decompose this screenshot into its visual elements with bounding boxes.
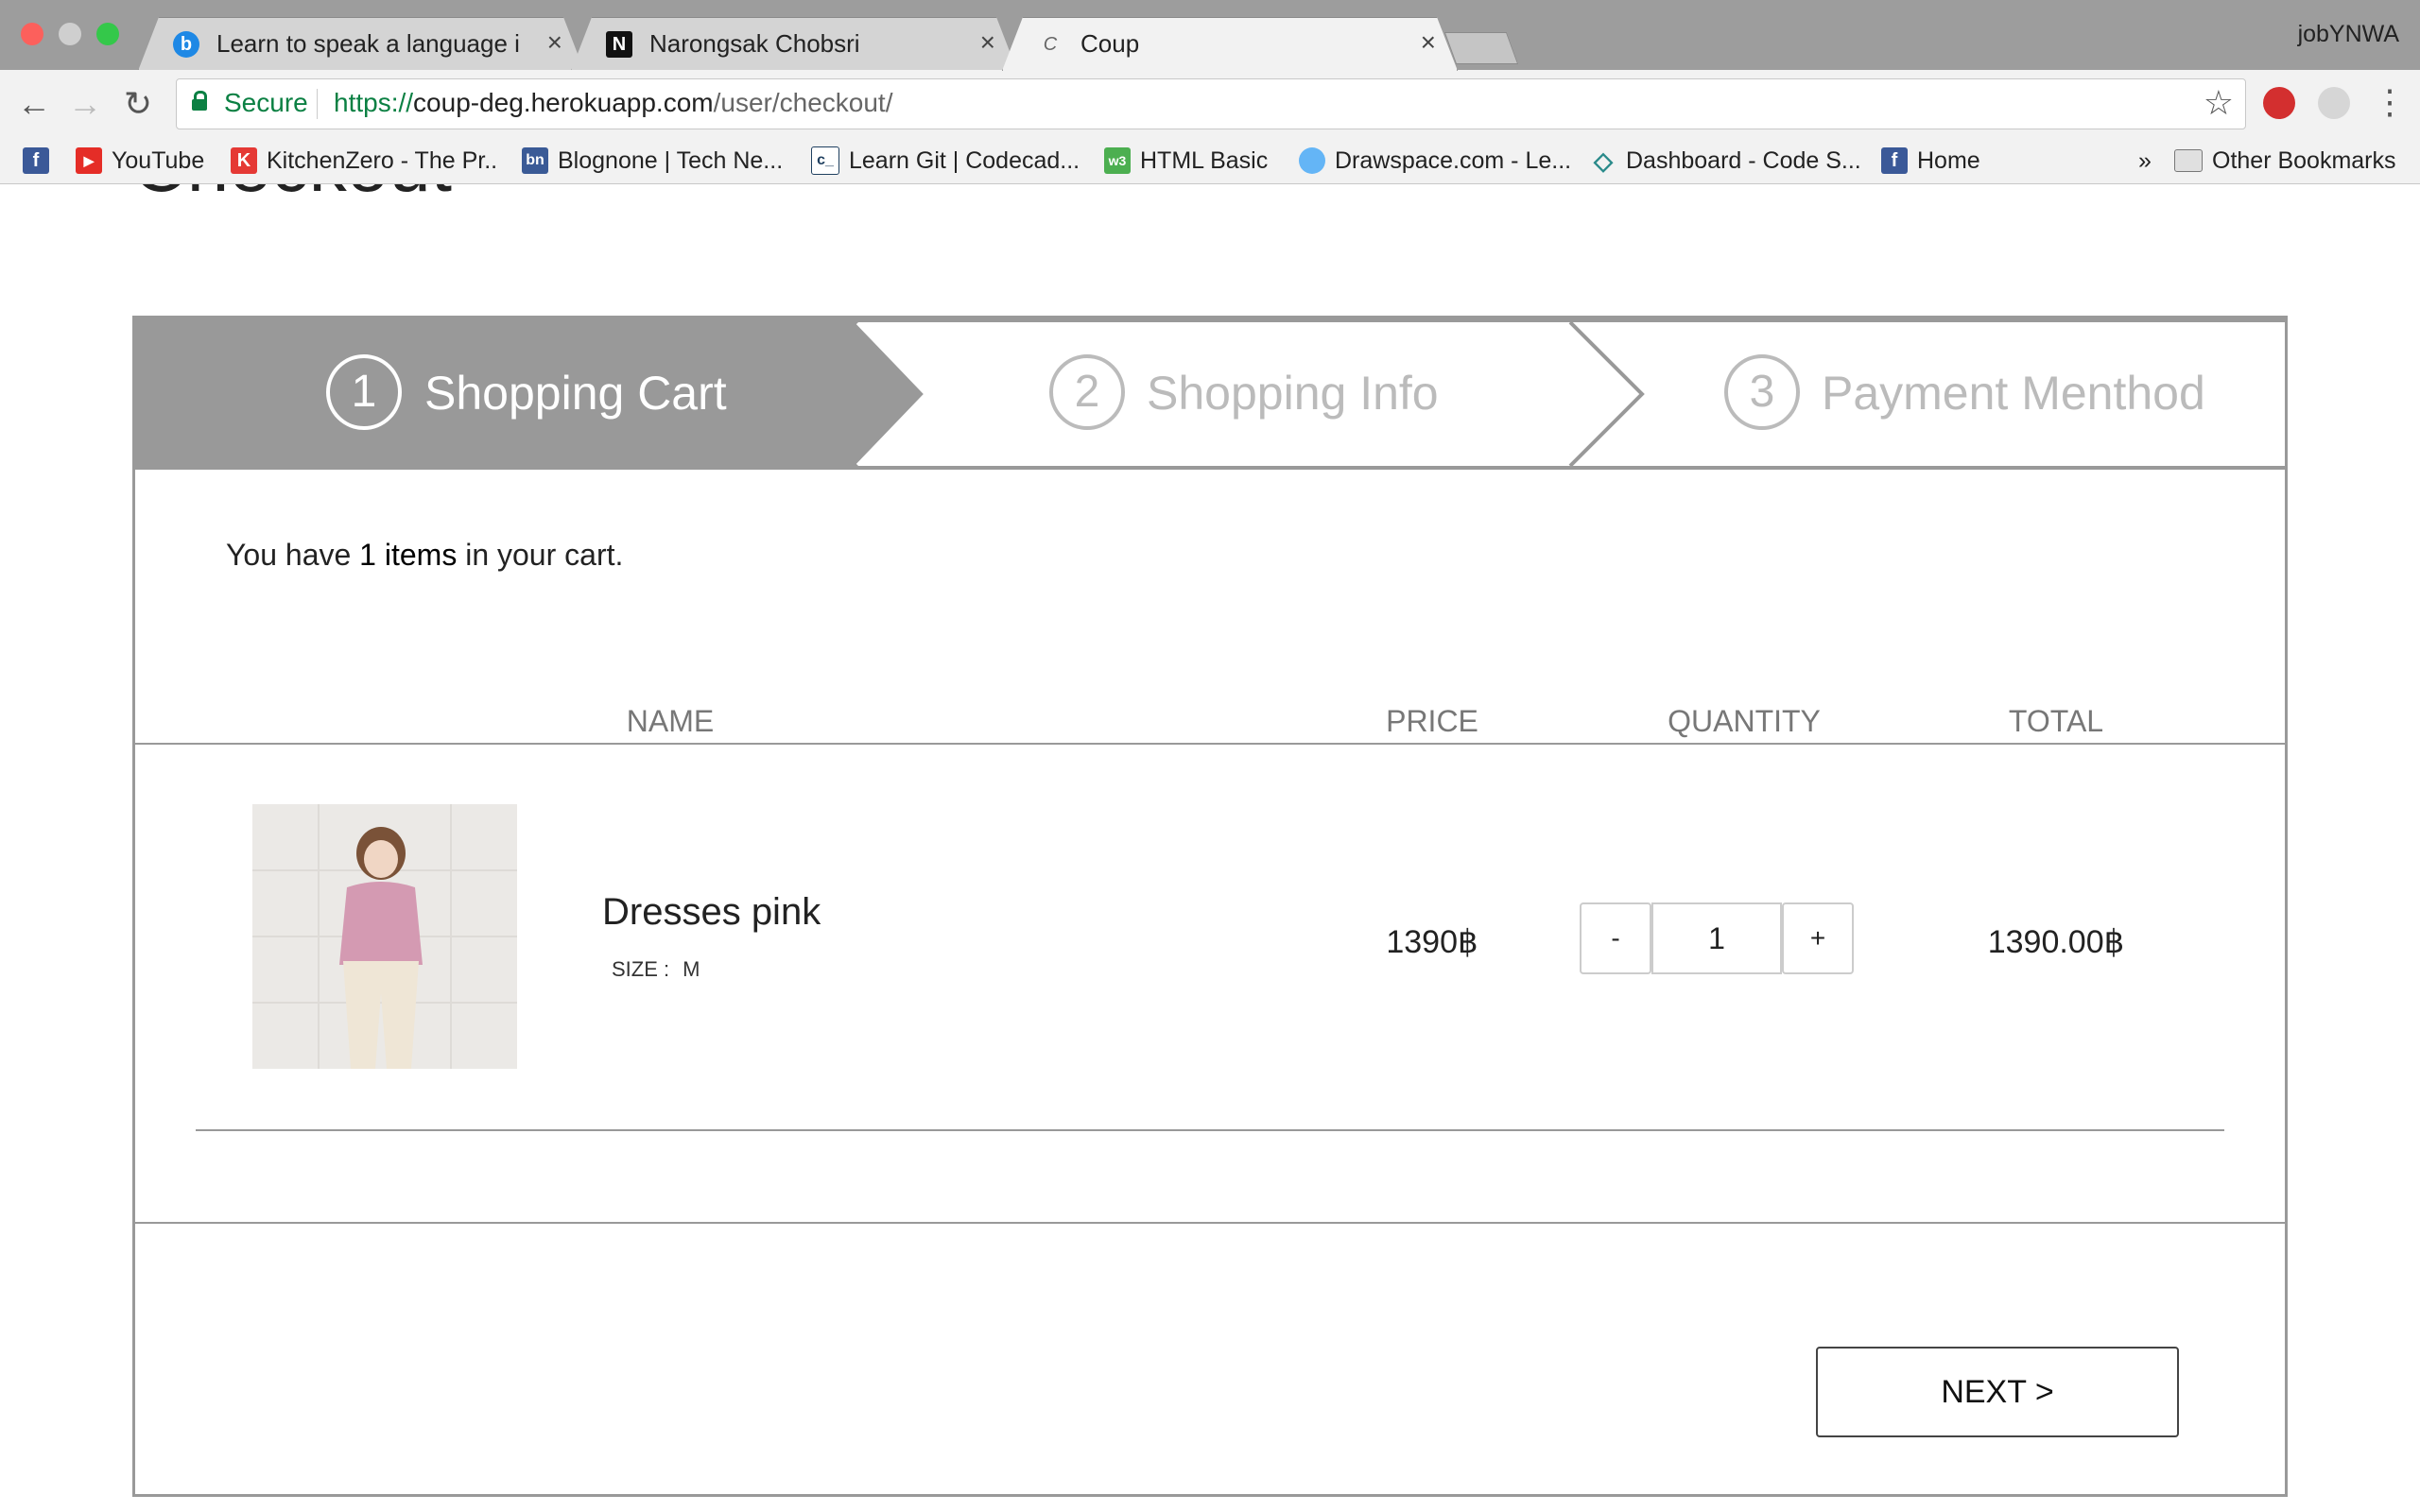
lock-icon: [192, 91, 207, 111]
column-price: PRICE: [1386, 704, 1478, 738]
codeschool-icon: ◇: [1594, 146, 1613, 175]
close-tab-icon[interactable]: ×: [980, 27, 995, 58]
item-total: 1390.00฿: [1987, 924, 2125, 960]
checkout-steps: 1 Shopping Cart 2 Shopping Info 3 Paymen…: [135, 318, 2285, 470]
quantity-input[interactable]: 1: [1651, 902, 1782, 974]
cart-summary: You have 1 items in your cart.: [226, 538, 624, 572]
reload-icon[interactable]: ↻: [117, 83, 159, 125]
secure-label: Secure: [224, 88, 308, 117]
codecademy-icon: c_: [811, 146, 839, 175]
youtube-icon: ▶: [76, 147, 102, 174]
profile-name[interactable]: jobYNWA: [2298, 21, 2399, 48]
tab-title: Coup: [1080, 29, 1140, 58]
tab-strip: b Learn to speak a language in 10 mi × N…: [0, 0, 2420, 70]
row-divider: [196, 1129, 2224, 1131]
bookmark-kitchenzero[interactable]: K KitchenZero - The Pr..: [231, 146, 497, 176]
url-text[interactable]: https://coup-deg.herokuapp.com/user/chec…: [334, 88, 892, 118]
bookmarks-overflow-icon[interactable]: »: [2138, 146, 2152, 176]
bookmark-html-basic[interactable]: w3 HTML Basic: [1104, 146, 1268, 176]
column-total: TOTAL: [2008, 704, 2104, 738]
product-name[interactable]: Dresses pink: [602, 891, 821, 934]
bookmark-drawspace[interactable]: Drawspace.com - Le...: [1299, 146, 1571, 176]
ublock-extension-icon[interactable]: [2263, 87, 2295, 119]
step-1-number: 1: [326, 354, 402, 430]
address-bar[interactable]: Secure https://coup-deg.herokuapp.com/us…: [176, 78, 2246, 129]
browser-toolbar: ← → ↻ Secure https://coup-deg.herokuapp.…: [0, 70, 2420, 138]
step-2-label[interactable]: Shopping Info: [1147, 366, 1439, 421]
bookmark-dashboard[interactable]: ◇ Dashboard - Code S...: [1590, 146, 1861, 176]
tab-narongsak[interactable]: N Narongsak Chobsri ×: [571, 17, 1017, 71]
bookmarks-bar: f ▶ YouTube K KitchenZero - The Pr.. bn Blo…: [0, 138, 2420, 184]
notion-icon: N: [606, 31, 632, 58]
back-icon[interactable]: ←: [13, 83, 55, 125]
bing-icon: b: [173, 31, 199, 58]
cart-count: 1: [359, 538, 376, 572]
step-3-label[interactable]: Payment Menthod: [1822, 366, 2205, 421]
bookmark-facebook[interactable]: f: [23, 146, 59, 176]
new-tab-button[interactable]: [1443, 32, 1519, 64]
other-bookmarks[interactable]: Other Bookmarks: [2174, 146, 2396, 176]
step-2-number: 2: [1049, 354, 1125, 430]
increment-button[interactable]: +: [1782, 902, 1854, 974]
item-price: 1390฿: [1386, 924, 1478, 960]
bookmark-codecademy[interactable]: c_ Learn Git | Codecad...: [811, 146, 1080, 176]
page-viewport: Checkout 1 Shopping Cart 2 Shopping Info…: [0, 184, 2420, 1512]
folder-icon: [2174, 149, 2203, 172]
menu-icon[interactable]: ⋮: [2373, 81, 2407, 123]
facebook-icon: f: [23, 147, 49, 174]
step-3-number: 3: [1724, 354, 1800, 430]
forward-icon[interactable]: →: [64, 83, 106, 125]
decrement-button[interactable]: -: [1580, 902, 1651, 974]
next-button[interactable]: NEXT >: [1816, 1347, 2179, 1437]
header-divider: [135, 743, 2285, 745]
facebook-icon: f: [1881, 147, 1908, 174]
column-name: NAME: [626, 704, 715, 738]
bookmark-blognone[interactable]: bn Blognone | Tech Ne...: [522, 146, 783, 176]
kitchenzero-icon: K: [231, 147, 257, 174]
bookmark-home[interactable]: f Home: [1881, 146, 1980, 176]
coup-icon: C: [1043, 33, 1058, 55]
blognone-icon: bn: [522, 147, 548, 174]
tab-coup[interactable]: C Coup ×: [1002, 17, 1458, 71]
tab-language[interactable]: b Learn to speak a language in 10 mi ×: [138, 17, 584, 71]
minimize-window-button[interactable]: [59, 23, 81, 45]
w3-icon: w3: [1104, 147, 1131, 174]
tab-title: Narongsak Chobsri: [649, 29, 860, 58]
product-size: SIZE :M: [612, 957, 700, 981]
step-1-label[interactable]: Shopping Cart: [424, 366, 727, 421]
tab-title: Learn to speak a language in 10 mi: [216, 29, 519, 58]
checkout-panel: 1 Shopping Cart 2 Shopping Info 3 Paymen…: [132, 316, 2288, 1497]
quantity-stepper: - 1 +: [1580, 902, 1854, 974]
size-value: M: [683, 957, 700, 981]
product-image[interactable]: [252, 804, 517, 1069]
bookmark-youtube[interactable]: ▶ YouTube: [76, 146, 204, 176]
page-title: Checkout: [132, 184, 452, 203]
close-tab-icon[interactable]: ×: [547, 27, 562, 58]
close-tab-icon[interactable]: ×: [1421, 27, 1436, 58]
zoom-window-button[interactable]: [96, 23, 119, 45]
shield-extension-icon[interactable]: [2318, 87, 2350, 119]
bookmark-star-icon[interactable]: ☆: [2204, 83, 2234, 123]
drawspace-icon: [1299, 147, 1325, 174]
footer-divider: [135, 1222, 2285, 1224]
close-window-button[interactable]: [21, 23, 43, 45]
column-quantity: QUANTITY: [1668, 704, 1821, 738]
